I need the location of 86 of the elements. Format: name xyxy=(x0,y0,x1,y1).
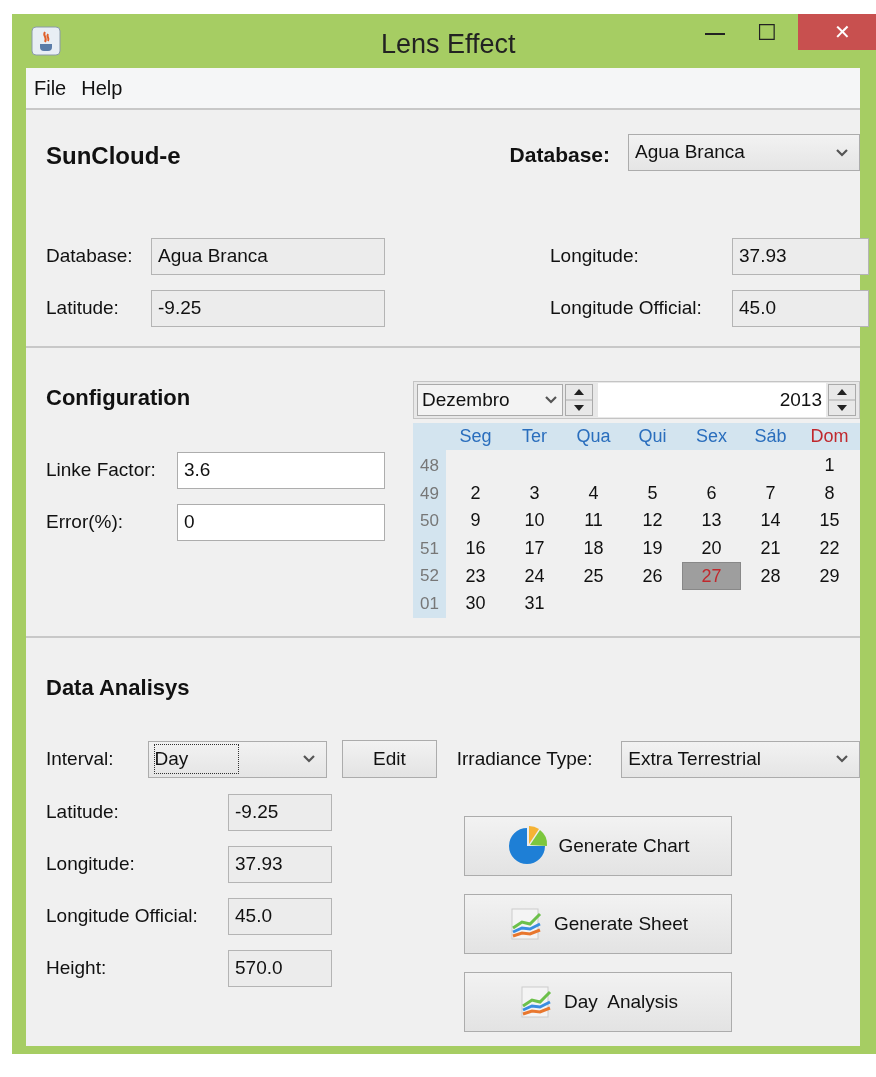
field-label: Latitude: xyxy=(46,296,120,321)
calendar-day[interactable]: 28 xyxy=(741,562,800,590)
calendar-day[interactable]: 3 xyxy=(505,479,564,508)
calendar-day[interactable]: 10 xyxy=(505,507,564,535)
edit-button[interactable]: Edit xyxy=(342,740,437,778)
weekday-label: Dom xyxy=(809,425,850,448)
input-field[interactable]: 0 xyxy=(177,504,385,541)
action-button[interactable]: Generate Sheet xyxy=(464,894,732,954)
menu-item[interactable]: File xyxy=(34,73,67,103)
calendar-day[interactable]: 30 xyxy=(446,589,505,618)
field-label: Longitude Official: xyxy=(550,296,703,321)
database-label: Database: xyxy=(509,142,610,168)
calendar-day[interactable]: 18 xyxy=(564,534,623,563)
calendar-day[interactable]: 2 xyxy=(446,479,505,508)
action-button[interactable]: Day Analysis xyxy=(464,972,732,1032)
menu-item[interactable]: Help xyxy=(81,73,123,103)
field-label: Longitude Official: xyxy=(46,904,199,929)
chevron-down-icon xyxy=(302,754,317,764)
weekday-label: Qui xyxy=(637,425,668,448)
coffee-cup-icon[interactable] xyxy=(31,26,61,56)
week-number: 48 xyxy=(419,455,440,478)
field-label: Error(%): xyxy=(46,510,125,535)
calendar-day[interactable]: 31 xyxy=(505,589,564,618)
field-label: Longitude: xyxy=(550,244,640,269)
calendar-day[interactable]: 7 xyxy=(741,479,800,508)
calendar-day[interactable]: 16 xyxy=(446,534,505,563)
input-field[interactable]: 3.6 xyxy=(177,452,385,489)
weekday-label: Sáb xyxy=(753,425,788,448)
calendar-day[interactable]: 11 xyxy=(564,507,623,535)
field-label: Latitude: xyxy=(46,800,120,825)
text-field[interactable]: 37.93 xyxy=(228,846,332,883)
text-field[interactable]: -9.25 xyxy=(151,290,385,327)
calendar-day[interactable]: 21 xyxy=(741,534,800,563)
calendar-day[interactable]: 19 xyxy=(623,534,682,563)
chevron-down-icon xyxy=(835,754,849,764)
calendar-day[interactable]: 23 xyxy=(446,562,505,590)
weekday-label: Seg xyxy=(458,425,493,448)
calendar-day[interactable]: 20 xyxy=(682,534,741,563)
minimize-button[interactable]: — xyxy=(692,14,738,50)
dropdown[interactable]: Agua Branca xyxy=(628,134,860,171)
week-number: 50 xyxy=(419,510,440,533)
calendar-day[interactable]: 17 xyxy=(505,534,564,563)
irradiance-label: Irradiance Type: xyxy=(456,746,594,771)
close-button[interactable]: ✕ xyxy=(798,14,876,50)
dropdown[interactable]: Extra Terrestrial xyxy=(621,740,860,778)
text-field[interactable]: 45.0 xyxy=(228,898,332,935)
chevron-down-icon xyxy=(835,147,849,158)
weekday-label: Ter xyxy=(521,425,548,448)
section-title: Data Analisys xyxy=(46,674,191,702)
text-field[interactable]: 37.93 xyxy=(732,238,869,275)
text-field[interactable]: 570.0 xyxy=(228,950,332,987)
interval-label: Interval: xyxy=(46,746,115,771)
action-button[interactable]: Generate Chart xyxy=(464,816,732,876)
field-label: Database: xyxy=(46,244,134,269)
week-number: 01 xyxy=(419,593,440,615)
calendar-day[interactable]: 24 xyxy=(505,562,564,590)
section-title: Configuration xyxy=(46,384,192,412)
text-field[interactable]: 45.0 xyxy=(732,290,869,327)
app-title: SunCloud-e xyxy=(46,141,181,171)
week-number: 52 xyxy=(419,565,440,588)
dropdown[interactable]: Day xyxy=(147,740,328,778)
window-title: Lens Effect xyxy=(381,28,516,61)
calendar-day[interactable]: 14 xyxy=(741,507,800,535)
text-field[interactable]: Agua Branca xyxy=(151,238,385,275)
calendar-day[interactable]: 15 xyxy=(800,507,859,535)
weekday-label: Sex xyxy=(695,425,728,448)
calendar-day[interactable]: 25 xyxy=(564,562,623,590)
calendar-day[interactable]: 4 xyxy=(564,479,623,508)
field-label: Height: xyxy=(46,956,108,981)
calendar-day[interactable]: 22 xyxy=(800,534,859,563)
text-field[interactable]: -9.25 xyxy=(228,794,332,831)
maximize-button[interactable]: ☐ xyxy=(744,14,790,50)
week-number: 49 xyxy=(419,482,440,505)
weekday-label: Qua xyxy=(575,425,612,448)
calendar-day[interactable]: 26 xyxy=(623,562,682,590)
calendar-day[interactable]: 13 xyxy=(682,507,741,535)
field-label: Linke Factor: xyxy=(46,458,157,483)
calendar-day[interactable]: 6 xyxy=(682,479,741,508)
calendar-day[interactable]: 5 xyxy=(623,479,682,508)
calendar-day[interactable]: 12 xyxy=(623,507,682,535)
calendar-day[interactable]: 1 xyxy=(800,452,859,480)
calendar-day[interactable]: 9 xyxy=(446,507,505,535)
field-label: Longitude: xyxy=(46,852,136,877)
calendar-day[interactable]: 8 xyxy=(800,479,859,508)
calendar-day[interactable]: 29 xyxy=(800,562,859,590)
week-number: 51 xyxy=(419,537,440,560)
